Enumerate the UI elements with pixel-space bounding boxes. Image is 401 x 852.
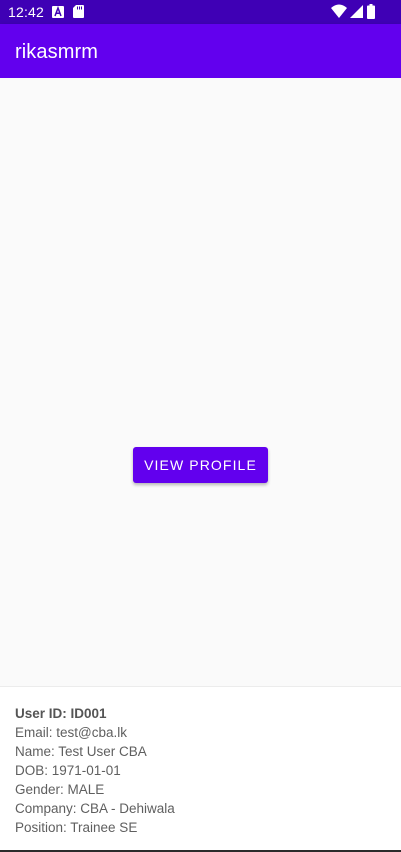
user-id-text: User ID: ID001 [15,706,107,721]
app-title: rikasmrm [15,41,99,63]
battery-icon [367,4,375,24]
position-text: Position: Trainee SE [15,820,138,835]
a-notification-icon [52,5,64,23]
view-profile-button[interactable]: View Profile [133,447,268,483]
company-text: Company: CBA - Dehiwala [15,801,175,816]
status-time: 12:42 [8,4,45,20]
app-bar: rikasmrm [0,24,401,78]
wifi-icon [331,4,347,23]
email-text: Email: test@cba.lk [15,725,127,740]
cell-signal-icon [350,5,363,23]
status-bar: 12:42 [0,0,401,24]
gender-text: Gender: MALE [15,782,105,797]
profile-info-panel: User ID: ID001 Email: test@cba.lk Name: … [0,686,401,851]
name-text: Name: Test User CBA [15,744,147,759]
dob-text: DOB: 1971-01-01 [15,763,121,778]
main-content: View Profile [0,78,401,686]
sd-card-icon [73,5,84,23]
